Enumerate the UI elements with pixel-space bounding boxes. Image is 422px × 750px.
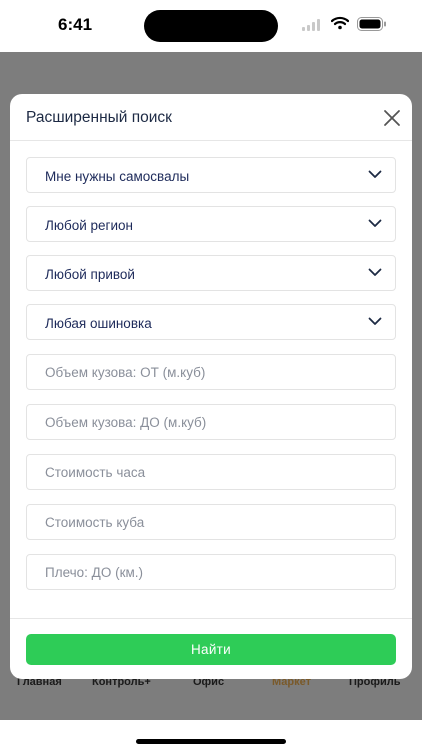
status-time: 6:41 <box>58 15 93 34</box>
footer-divider <box>10 618 412 619</box>
cube-price-input[interactable] <box>27 505 395 539</box>
cube-price-field <box>26 504 396 540</box>
modal-header: Расширенный поиск <box>10 94 412 141</box>
select-tires-value: Любая ошиновка <box>45 316 152 331</box>
select-truck-type[interactable]: Мне нужны самосвалы <box>26 157 396 193</box>
status-bar: 6:41 <box>0 0 422 52</box>
cellular-signal-icon <box>302 19 320 31</box>
hour-price-input[interactable] <box>27 455 395 489</box>
volume-from-field <box>26 354 396 390</box>
select-region[interactable]: Любой регион <box>26 206 396 242</box>
chevron-down-icon <box>368 219 382 227</box>
modal-title: Расширенный поиск <box>26 109 172 126</box>
close-icon[interactable] <box>382 108 402 128</box>
select-drive[interactable]: Любой привой <box>26 255 396 291</box>
find-button[interactable]: Найти <box>26 634 396 665</box>
home-indicator[interactable] <box>136 739 286 744</box>
hour-price-field <box>26 454 396 490</box>
volume-to-input[interactable] <box>27 405 395 439</box>
advanced-search-modal: Расширенный поиск Мне нужны самосвалы Лю… <box>10 94 412 679</box>
volume-from-input[interactable] <box>27 355 395 389</box>
volume-to-field <box>26 404 396 440</box>
battery-icon <box>357 17 386 31</box>
chevron-down-icon <box>368 268 382 276</box>
dynamic-island <box>144 10 278 42</box>
select-drive-value: Любой привой <box>45 267 135 282</box>
distance-to-input[interactable] <box>27 555 395 589</box>
wifi-icon <box>331 16 349 30</box>
select-truck-type-value: Мне нужны самосвалы <box>45 169 190 184</box>
select-tires[interactable]: Любая ошиновка <box>26 304 396 340</box>
select-region-value: Любой регион <box>45 218 133 233</box>
chevron-down-icon <box>368 170 382 178</box>
bottom-safe-area <box>0 720 422 750</box>
chevron-down-icon <box>368 317 382 325</box>
distance-to-field <box>26 554 396 590</box>
